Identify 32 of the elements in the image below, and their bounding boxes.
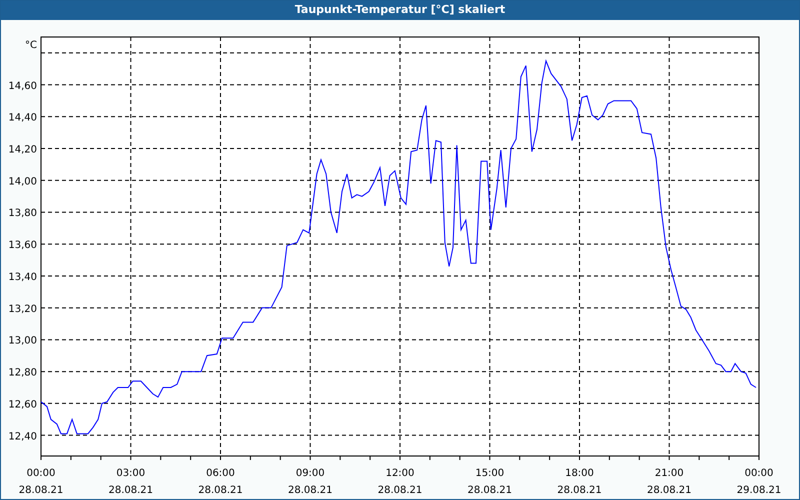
x-date-label: 29.08.21 bbox=[736, 485, 782, 496]
y-tick-label: 13,40 bbox=[8, 272, 37, 283]
x-tick-label: 06:00 bbox=[206, 468, 235, 479]
x-tick-label: 15:00 bbox=[475, 468, 504, 479]
x-tick-label: 00:00 bbox=[744, 468, 774, 479]
x-tick-label: 09:00 bbox=[296, 468, 325, 479]
x-tick-label: 12:00 bbox=[386, 468, 414, 479]
x-date-label: 28.08.21 bbox=[378, 485, 422, 496]
y-tick-label: 13,00 bbox=[8, 336, 37, 347]
x-tick-label: 18:00 bbox=[565, 468, 594, 479]
y-tick-label: 14,20 bbox=[8, 144, 37, 156]
x-date-label: 28.08.21 bbox=[646, 485, 692, 496]
y-tick-label: 12,80 bbox=[8, 368, 37, 379]
y-tick-label: 12,40 bbox=[8, 431, 37, 442]
y-tick-label: 13,60 bbox=[8, 240, 37, 252]
x-date-label: 28.08.21 bbox=[18, 485, 64, 496]
x-date-label: 28.08.21 bbox=[467, 485, 512, 496]
y-tick-label: 12,60 bbox=[8, 399, 37, 410]
x-date-label: 28.08.21 bbox=[198, 485, 243, 496]
window-title: Taupunkt-Temperatur [°C] skaliert bbox=[1, 1, 799, 20]
x-tick-label: 03:00 bbox=[116, 468, 146, 479]
y-tick-label: 14,40 bbox=[8, 112, 37, 124]
y-tick-label: 14,60 bbox=[8, 80, 37, 92]
x-tick-label: 00:00 bbox=[26, 468, 56, 479]
x-date-label: 28.08.21 bbox=[288, 485, 333, 496]
x-tick-label: 21:00 bbox=[654, 468, 684, 479]
y-tick-label: 13,20 bbox=[8, 304, 37, 315]
y-tick-label: 14,00 bbox=[8, 176, 37, 188]
y-axis-unit: °C bbox=[25, 40, 37, 51]
x-date-label: 28.08.21 bbox=[108, 485, 154, 496]
y-tick-label: 13,80 bbox=[8, 208, 37, 220]
x-date-label: 28.08.21 bbox=[557, 485, 602, 496]
